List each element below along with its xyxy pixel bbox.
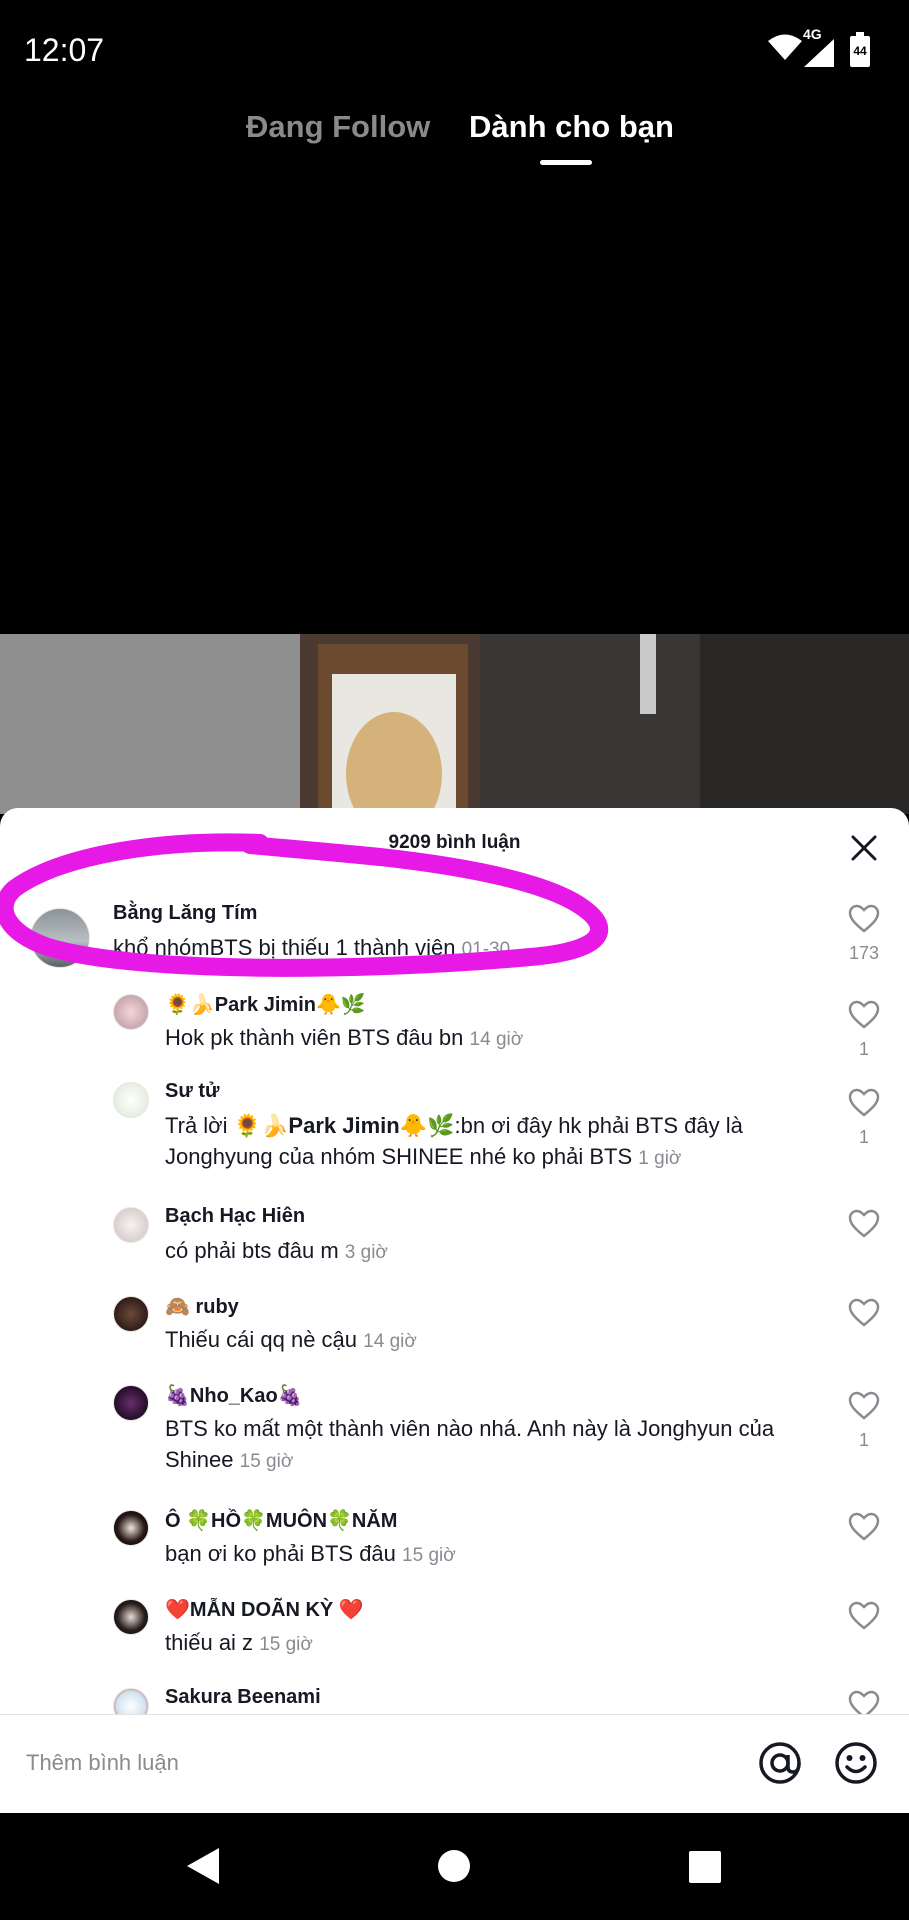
like-button[interactable] [848, 1512, 880, 1547]
heart-outline-icon [848, 1088, 880, 1117]
system-nav-bar [0, 1813, 909, 1920]
like-button[interactable]: 1 [848, 1391, 880, 1451]
comments-sheet: 9209 bình luận Bằng Lăng Tím khổ nhómBTS… [0, 808, 909, 1813]
comment-time: 1 giờ [638, 1148, 682, 1169]
heart-outline-icon [848, 1000, 880, 1029]
like-count: 173 [848, 943, 880, 963]
active-tab-indicator [540, 160, 592, 165]
at-sign-icon[interactable] [758, 1741, 802, 1785]
avatar[interactable] [30, 908, 90, 968]
heart-outline-icon [848, 904, 880, 933]
comment-text: Hok pk thành viên BTS đâu bn 14 giờ [165, 1022, 523, 1055]
comment-time: 15 giờ [402, 1545, 456, 1566]
tab-for-you[interactable]: Dành cho bạn [469, 109, 674, 145]
comment-text: Trả lời 🌻🍌Park Jimin🐥🌿:bn ơi đây hk phải… [165, 1110, 805, 1174]
comment-body: Hok pk thành viên BTS đâu bn [165, 1025, 464, 1050]
comment-author[interactable]: Sư tử [165, 1080, 220, 1103]
heart-outline-icon [848, 1601, 880, 1630]
heart-outline-icon [848, 1209, 880, 1238]
comment-time: 15 giờ [259, 1634, 313, 1655]
reply-item: Ô 🍀HỒ🍀MUÔN🍀NĂM bạn ơi ko phải BTS đâu 15… [0, 1504, 909, 1584]
avatar[interactable] [113, 1082, 149, 1118]
wifi-icon [768, 34, 802, 60]
status-time: 12:07 [24, 32, 105, 68]
close-icon[interactable] [846, 830, 882, 866]
avatar[interactable] [113, 1296, 149, 1332]
comment-author[interactable]: 🙈 ruby [165, 1294, 239, 1319]
reply-item: 🍇Nho_Kao🍇 BTS ko mất một thành viên nào … [0, 1379, 909, 1489]
square-recents-icon[interactable] [689, 1851, 721, 1883]
reply-prefix: Trả lời [165, 1113, 234, 1138]
comment-time: 14 giờ [363, 1331, 417, 1352]
reply-item: 🌻🍌Park Jimin🐥🌿 Hok pk thành viên BTS đâu… [0, 988, 909, 1068]
like-button[interactable]: 1 [848, 1088, 880, 1148]
heart-outline-icon [848, 1512, 880, 1541]
comment-author[interactable]: ❤️MẪN DOÃN KỲ ❤️ [165, 1597, 364, 1622]
comment-time: 01-30 [461, 939, 511, 960]
comment-author[interactable]: Ô 🍀HỒ🍀MUÔN🍀NĂM [165, 1508, 397, 1533]
battery-level: 44 [853, 44, 867, 58]
avatar[interactable] [113, 1510, 149, 1546]
like-count: 1 [858, 1430, 869, 1450]
avatar[interactable] [113, 1207, 149, 1243]
comment-text: BTS ko mất một thành viên nào nhá. Anh n… [165, 1413, 805, 1477]
like-count: 1 [858, 1127, 869, 1147]
comment-author[interactable]: Sakura Beenami [165, 1686, 321, 1709]
comments-count-title: 9209 bình luận [388, 832, 521, 853]
reply-item: ❤️MẪN DOÃN KỲ ❤️ thiếu ai z 15 giờ [0, 1593, 909, 1673]
comment-author[interactable]: Bằng Lăng Tím [113, 902, 257, 925]
avatar[interactable] [113, 1599, 149, 1635]
reply-item: Bạch Hạc Hiên có phải bts đâu m 3 giờ [0, 1201, 909, 1281]
comment-text: bạn ơi ko phải BTS đâu 15 giờ [165, 1538, 456, 1571]
heart-outline-icon [848, 1298, 880, 1327]
comment-body: bạn ơi ko phải BTS đâu [165, 1541, 396, 1566]
comment-body: Thiếu cái qq nè cậu [165, 1327, 358, 1352]
like-button[interactable] [848, 1209, 880, 1244]
comment-author[interactable]: 🍇Nho_Kao🍇 [165, 1383, 303, 1408]
avatar[interactable] [113, 994, 149, 1030]
reply-item: 🙈 ruby Thiếu cái qq nè cậu 14 giờ [0, 1290, 909, 1370]
comment-text: thiếu ai z 15 giờ [165, 1627, 313, 1660]
video-player[interactable] [0, 634, 909, 814]
reply-mention[interactable]: 🌻🍌Park Jimin🐥🌿 [234, 1113, 455, 1138]
comment-text: khổ nhómBTS bị thiếu 1 thành viên 01-30 [113, 932, 510, 965]
comment-author[interactable]: 🌻🍌Park Jimin🐥🌿 [165, 992, 366, 1017]
comment-body: khổ nhómBTS bị thiếu 1 thành viên [113, 935, 456, 960]
comment-item: Bằng Lăng Tím khổ nhómBTS bị thiếu 1 thà… [0, 894, 909, 984]
like-count: 1 [858, 1039, 869, 1059]
like-button[interactable] [848, 1298, 880, 1333]
like-button[interactable] [848, 1601, 880, 1636]
comment-time: 3 giờ [344, 1242, 388, 1263]
comment-body: thiếu ai z [165, 1630, 254, 1655]
like-button[interactable]: 1 [848, 1000, 880, 1060]
comment-time: 14 giờ [469, 1029, 524, 1050]
comment-body: có phải bts đâu m [165, 1238, 339, 1263]
comment-input-bar [0, 1714, 909, 1813]
video-frame-image [0, 634, 909, 814]
cell-signal-icon [804, 39, 834, 67]
comment-text: có phải bts đâu m 3 giờ [165, 1235, 388, 1268]
triangle-back-icon[interactable] [186, 1847, 220, 1885]
tab-following[interactable]: Đang Follow [246, 109, 430, 145]
feed-tabs: Đang Follow Dành cho bạn [0, 105, 909, 175]
comment-input[interactable] [26, 1739, 706, 1787]
like-button[interactable]: 173 [848, 904, 880, 964]
reply-item: Sư tử Trả lời 🌻🍌Park Jimin🐥🌿:bn ơi đây h… [0, 1076, 909, 1186]
comment-text: Thiếu cái qq nè cậu 14 giờ [165, 1324, 417, 1357]
circle-home-icon[interactable] [437, 1849, 471, 1883]
comment-time: 15 giờ [239, 1451, 294, 1472]
heart-outline-icon [848, 1391, 880, 1420]
comment-author[interactable]: Bạch Hạc Hiên [165, 1205, 305, 1228]
smiley-icon[interactable] [834, 1741, 878, 1785]
status-bar: 12:07 4G 44 [0, 0, 909, 100]
avatar[interactable] [113, 1385, 149, 1421]
